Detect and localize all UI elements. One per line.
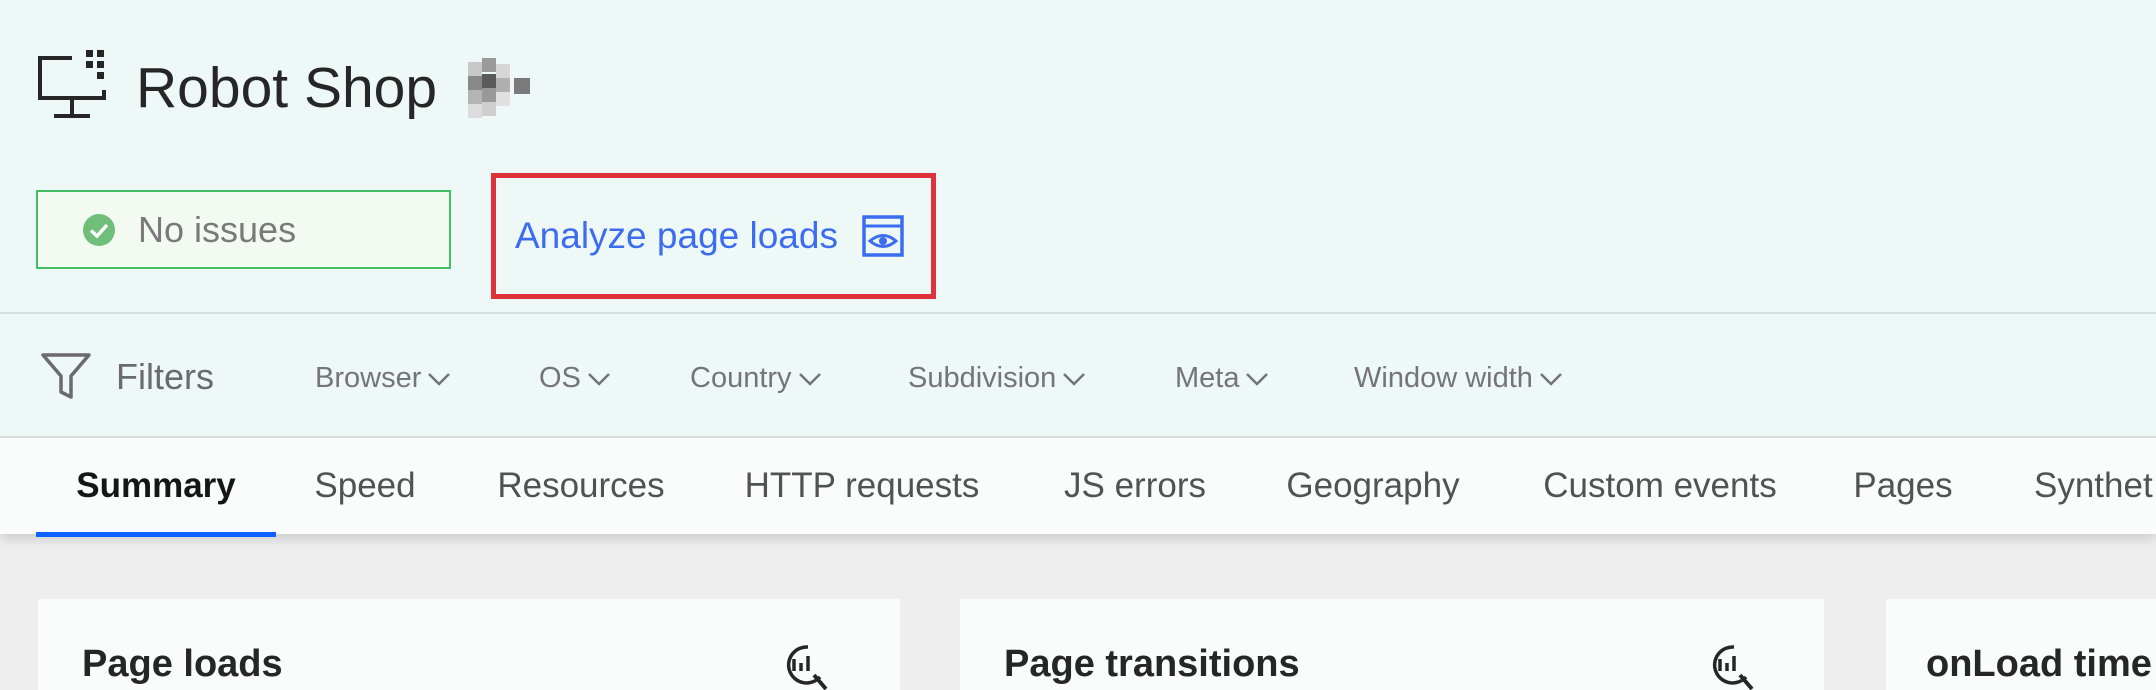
monitor-icon (38, 50, 106, 118)
analyze-page-loads-link[interactable]: Analyze page loads (491, 173, 936, 299)
status-badge: No issues (36, 190, 451, 269)
chevron-down-icon (428, 372, 451, 386)
filters-label[interactable]: Filters (116, 356, 214, 398)
card-title: Page transitions (1004, 643, 1300, 685)
tab-pages[interactable]: Pages (1846, 438, 1960, 534)
analyze-search-icon[interactable] (1706, 643, 1754, 690)
status-label: No issues (138, 208, 297, 250)
eye-icon[interactable] (860, 213, 906, 259)
app-title: Robot Shop (136, 56, 438, 120)
page-transitions-card: Page transitions (960, 599, 1824, 690)
chevron-down-icon (798, 372, 821, 386)
tab-custom-events[interactable]: Custom events (1526, 438, 1794, 534)
redacted-badge-icon (468, 58, 530, 118)
filter-country-label[interactable]: Country (690, 362, 792, 395)
card-title: Page loads (82, 643, 283, 685)
app-header: Robot Shop No issues Analyze page loads (0, 0, 2156, 312)
tab-http-requests[interactable]: HTTP requests (726, 438, 998, 534)
analyze-search-icon[interactable] (780, 643, 828, 690)
filter-browser-label[interactable]: Browser (315, 362, 421, 395)
filter-window-width-dropdown[interactable]: Window width (1354, 362, 1565, 395)
tab-summary[interactable]: Summary (36, 438, 276, 534)
onload-time-card: onLoad time (1886, 599, 2156, 690)
filter-bar: Filters Browser OS Country Subdivision M… (0, 312, 2156, 438)
filter-icon[interactable] (40, 352, 92, 402)
filter-country-dropdown[interactable]: Country (690, 362, 824, 395)
chevron-down-icon (588, 372, 610, 386)
filter-window-width-label[interactable]: Window width (1354, 362, 1533, 395)
tab-speed[interactable]: Speed (292, 438, 438, 534)
chevron-down-icon (1063, 372, 1086, 386)
check-circle-icon (83, 213, 115, 246)
filter-meta-label[interactable]: Meta (1175, 362, 1239, 395)
filter-os-label[interactable]: OS (539, 362, 581, 395)
tab-synthetic[interactable]: Synthet (2034, 438, 2156, 534)
tab-resources[interactable]: Resources (480, 438, 682, 534)
tab-bar: Summary Speed Resources HTTP requests JS… (0, 438, 2156, 534)
tab-geography[interactable]: Geography (1272, 438, 1474, 534)
analyze-label[interactable]: Analyze page loads (515, 215, 838, 257)
filter-subdivision-dropdown[interactable]: Subdivision (908, 362, 1088, 395)
tab-js-errors[interactable]: JS errors (1046, 438, 1224, 534)
filter-subdivision-label[interactable]: Subdivision (908, 362, 1056, 395)
filter-os-dropdown[interactable]: OS (539, 362, 613, 395)
filter-browser-dropdown[interactable]: Browser (315, 362, 453, 395)
chevron-down-icon (1246, 372, 1269, 386)
filter-meta-dropdown[interactable]: Meta (1175, 362, 1271, 395)
active-tab-indicator (36, 532, 276, 537)
page-loads-card: Page loads (38, 599, 900, 690)
chevron-down-icon (1540, 372, 1562, 386)
card-title: onLoad time (1926, 643, 2152, 685)
